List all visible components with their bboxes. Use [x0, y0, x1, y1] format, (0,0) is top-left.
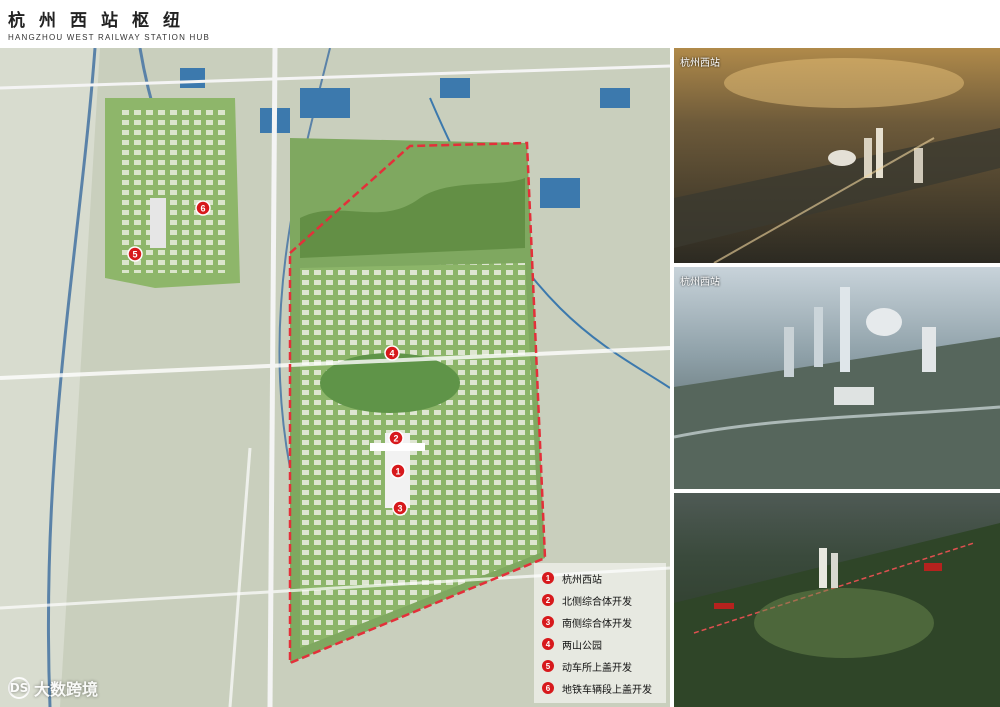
pond: [180, 68, 205, 88]
map-marker-2: 2: [388, 430, 404, 446]
watermark-logo: DS: [8, 677, 30, 699]
legend-item: 1 杭州西站: [542, 569, 602, 587]
rendering-panel-day: 杭州西站: [674, 267, 1000, 489]
map-marker-6: 6: [195, 200, 211, 216]
legend-item-number: 5: [542, 660, 554, 672]
map-marker-5-label: 5: [132, 250, 137, 260]
legend-item-number: 1: [542, 572, 554, 584]
legend-item-label: 动车所上盖开发: [562, 662, 632, 674]
legend-item-label: 杭州西站: [562, 574, 602, 586]
legend-item-number: 3: [542, 616, 554, 628]
legend-item: 4 两山公园: [542, 635, 602, 653]
rendering-image: [674, 493, 1000, 707]
legend-item-number: 2: [542, 594, 554, 606]
legend-item-label: 北侧综合体开发: [562, 596, 632, 608]
rendering-image: [674, 48, 1000, 263]
map-marker-3: 3: [392, 500, 408, 516]
legend: 1 杭州西站 2 北侧综合体开发 3 南侧综合体开发 4 两山公园 5 动车所上…: [534, 563, 666, 703]
map-marker-6-label: 6: [200, 204, 205, 214]
watermark: DS 大数跨境: [8, 676, 98, 700]
rendering-label: 杭州西站: [680, 277, 720, 288]
title-block: 杭州西站枢纽 HANGZHOU WEST RAILWAY STATION HUB: [8, 6, 210, 42]
rendering-image: [674, 267, 1000, 489]
legend-item: 5 动车所上盖开发: [542, 657, 632, 675]
map-marker-1-label: 1: [395, 467, 400, 477]
pond: [600, 88, 630, 108]
pond: [300, 88, 350, 118]
legend-item-number: 4: [542, 638, 554, 650]
legend-item-label: 地铁车辆段上盖开发: [562, 684, 652, 696]
pond: [440, 78, 470, 98]
legend-item-number: 6: [542, 682, 554, 694]
watermark-text: 大数跨境: [34, 680, 99, 699]
legend-item: 6 地铁车辆段上盖开发: [542, 679, 652, 697]
rendering-label: 杭州西站: [680, 58, 720, 69]
map-marker-2-label: 2: [393, 434, 398, 444]
legend-item: 3 南侧综合体开发: [542, 613, 632, 631]
map-marker-3-label: 3: [397, 504, 402, 514]
rendering-panel-night: [674, 493, 1000, 707]
depot-roof: [150, 198, 166, 248]
map-marker-4-label: 4: [389, 349, 394, 359]
title-chinese: 杭州西站枢纽: [8, 11, 194, 31]
pond: [540, 178, 580, 208]
rendering-panel-sunset: 杭州西站: [674, 48, 1000, 263]
map-marker-1: 1: [390, 463, 406, 479]
legend-item-label: 两山公园: [562, 640, 602, 652]
map-marker-5: 5: [127, 246, 143, 262]
title-english: HANGZHOU WEST RAILWAY STATION HUB: [8, 33, 210, 42]
map-marker-4: 4: [384, 345, 400, 361]
legend-item-label: 南侧综合体开发: [562, 618, 632, 630]
legend-item: 2 北侧综合体开发: [542, 591, 632, 609]
